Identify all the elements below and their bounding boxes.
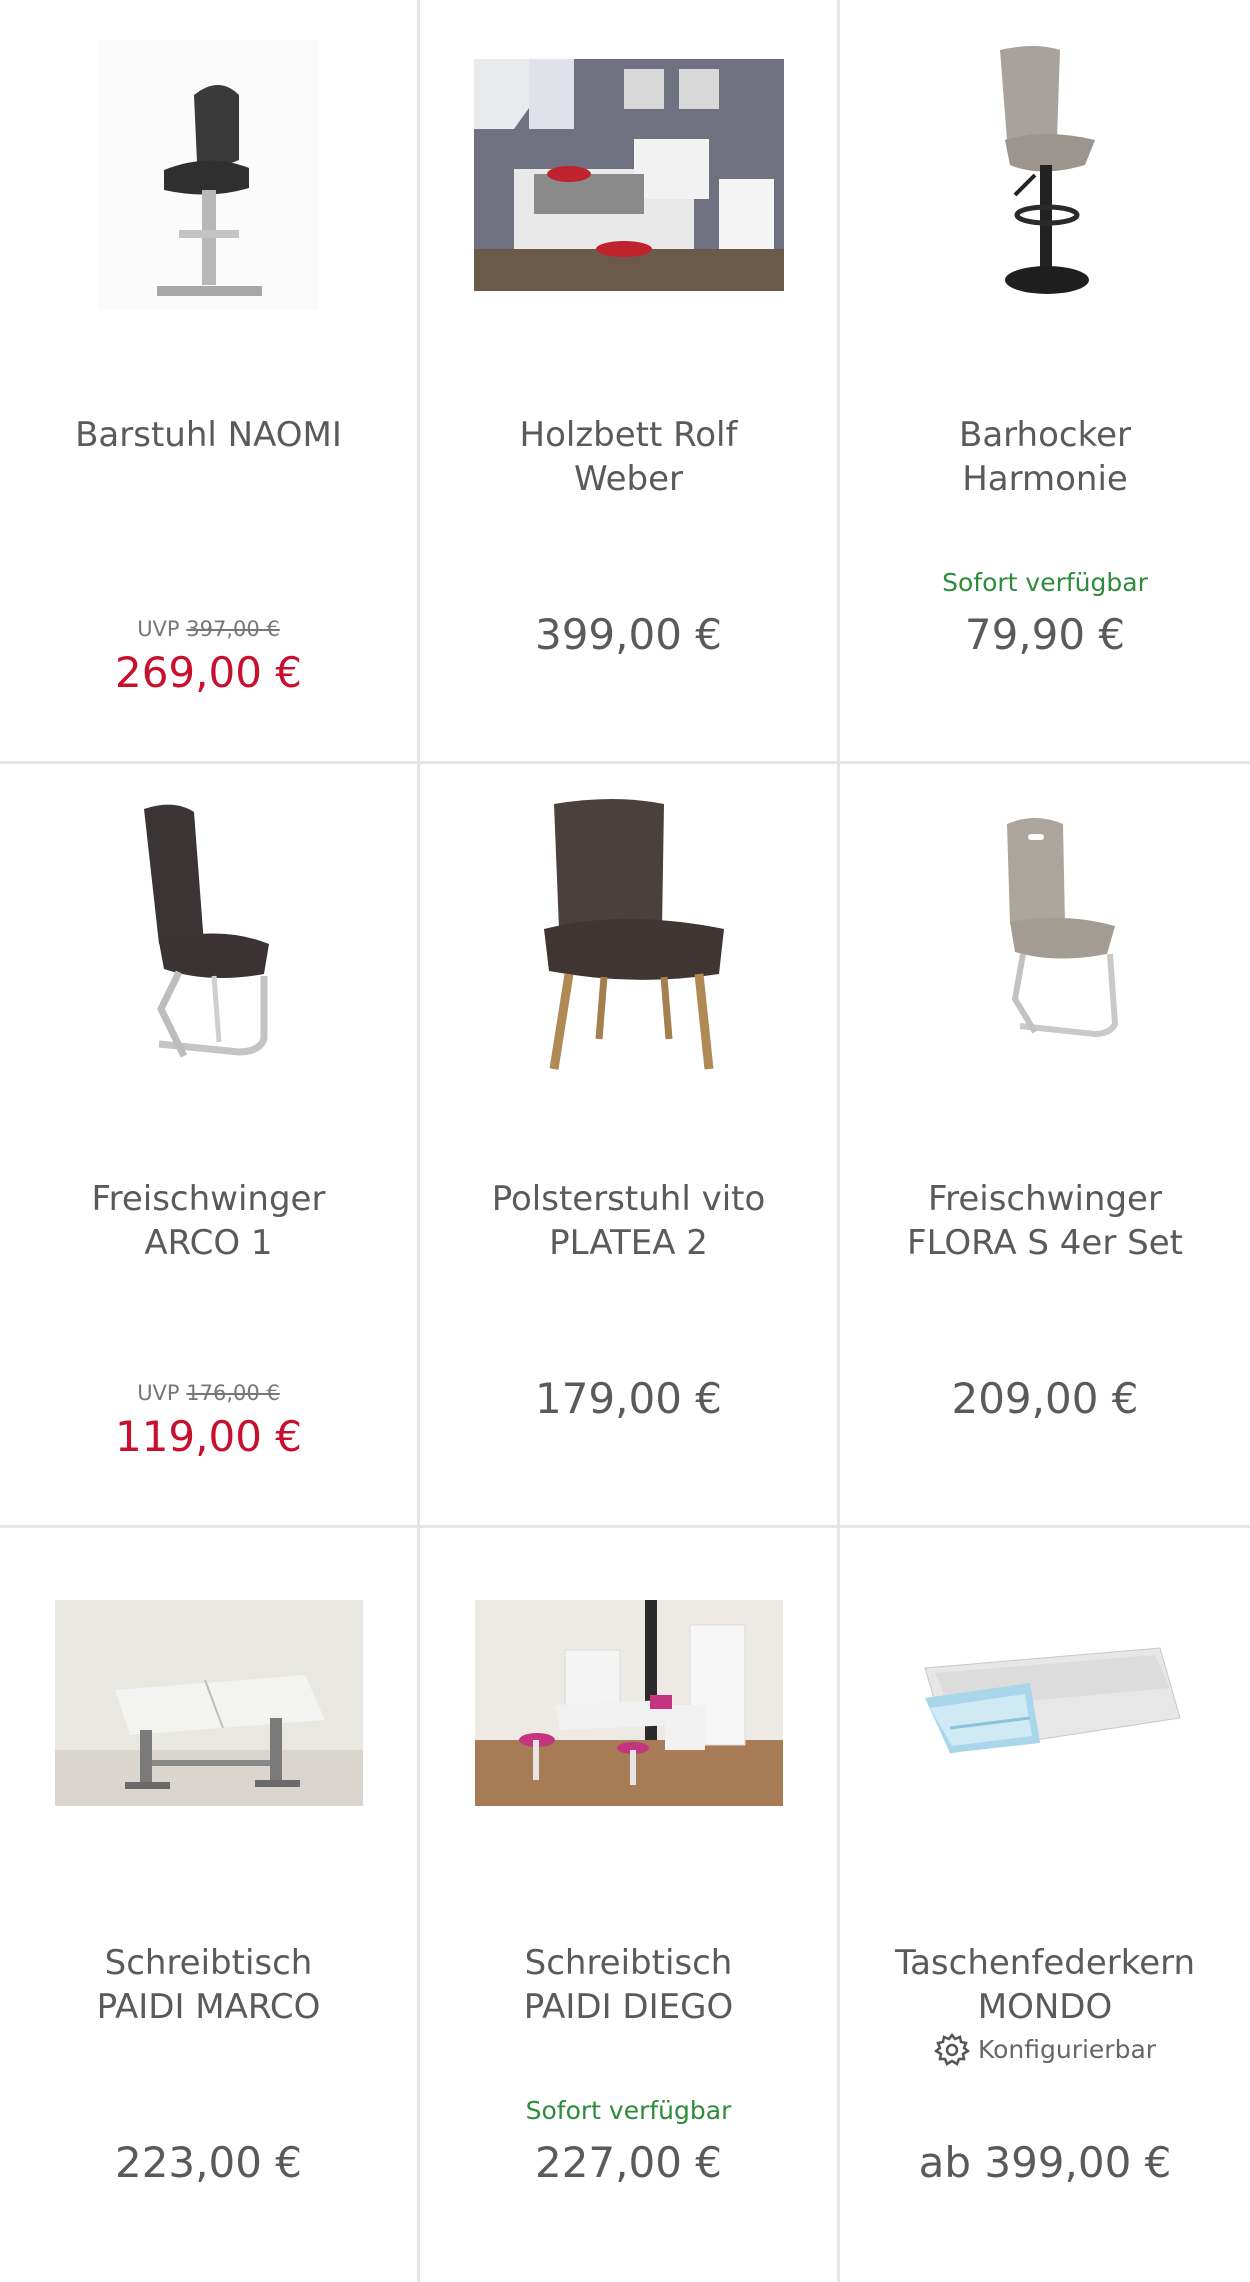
configurable-label: Konfigurierbar bbox=[977, 2034, 1157, 2064]
product-title[interactable]: Freischwinger FLORA S 4er Set bbox=[850, 1177, 1240, 1265]
uvp-label: UVP bbox=[137, 617, 180, 641]
product-price: 79,90 € bbox=[964, 610, 1126, 659]
product-title[interactable]: Schreibtisch PAIDI DIEGO bbox=[430, 1941, 827, 2029]
product-image[interactable] bbox=[840, 1558, 1250, 1848]
product-card-schreibtisch-paidi-diego[interactable]: Schreibtisch PAIDI DIEGO Sofort verfügba… bbox=[420, 1528, 840, 2282]
product-title[interactable]: Polsterstuhl vito PLATEA 2 bbox=[430, 1177, 827, 1265]
uvp-label: UVP bbox=[137, 1381, 180, 1405]
bar-stool-icon bbox=[935, 40, 1155, 310]
product-image[interactable] bbox=[420, 1558, 837, 1848]
sale-price: 269,00 € bbox=[114, 648, 303, 697]
product-card-freischwinger-flora-s-4er-set[interactable]: Freischwinger FLORA S 4er Set 209,00 € bbox=[840, 764, 1250, 1528]
product-grid: Barstuhl NAOMI UVP 397,00 € 269,00 € Hol… bbox=[0, 0, 1250, 2282]
availability-label: Sofort verfügbar bbox=[942, 568, 1148, 597]
mattress-icon bbox=[890, 1628, 1200, 1778]
product-price: 223,00 € bbox=[114, 2138, 303, 2187]
product-card-taschenfederkern-mondo[interactable]: Taschenfederkern MONDO Konfigurierbar ab… bbox=[840, 1528, 1250, 2282]
product-card-barhocker-harmonie[interactable]: Barhocker Harmonie Sofort verfügbar 79,9… bbox=[840, 0, 1250, 764]
desk-photo-icon bbox=[54, 1600, 363, 1806]
product-price: 209,00 € bbox=[951, 1374, 1139, 1423]
uvp-price: UVP 397,00 € bbox=[0, 617, 417, 641]
availability-label: Sofort verfügbar bbox=[525, 2096, 732, 2125]
uvp-strikethrough-price: 397,00 € bbox=[186, 617, 280, 641]
product-image[interactable] bbox=[840, 30, 1250, 320]
gear-icon bbox=[933, 2032, 970, 2066]
uvp-strikethrough-price: 176,00 € bbox=[186, 1381, 280, 1405]
product-title[interactable]: Schreibtisch PAIDI MARCO bbox=[10, 1941, 407, 2029]
product-price: 399,00 € bbox=[534, 610, 723, 659]
configurable-badge: Konfigurierbar bbox=[840, 2031, 1250, 2067]
product-card-freischwinger-arco-1[interactable]: Freischwinger ARCO 1 UVP 176,00 € 119,00… bbox=[0, 764, 420, 1528]
product-card-barstuhl-naomi[interactable]: Barstuhl NAOMI UVP 397,00 € 269,00 € bbox=[0, 0, 420, 764]
product-price: 227,00 € bbox=[534, 2138, 723, 2187]
upholstered-chair-icon bbox=[513, 789, 744, 1089]
product-title[interactable]: Barhocker Harmonie bbox=[850, 413, 1240, 501]
product-title[interactable]: Freischwinger ARCO 1 bbox=[10, 1177, 407, 1265]
product-price: 179,00 € bbox=[534, 1374, 723, 1423]
product-image[interactable] bbox=[0, 30, 417, 320]
product-image[interactable] bbox=[0, 794, 417, 1084]
bedroom-photo-icon bbox=[473, 59, 784, 291]
product-image[interactable] bbox=[0, 1558, 417, 1848]
product-title[interactable]: Barstuhl NAOMI bbox=[10, 413, 407, 457]
product-image[interactable] bbox=[840, 794, 1250, 1084]
product-image[interactable] bbox=[420, 30, 837, 320]
product-title[interactable]: Holzbett Rolf Weber bbox=[430, 413, 827, 501]
product-card-polsterstuhl-vito-platea-2[interactable]: Polsterstuhl vito PLATEA 2 179,00 € bbox=[420, 764, 840, 1528]
product-card-holzbett-rolf-weber[interactable]: Holzbett Rolf Weber 399,00 € bbox=[420, 0, 840, 764]
cantilever-chair-icon bbox=[935, 794, 1155, 1084]
product-title[interactable]: Taschenfederkern MONDO bbox=[850, 1941, 1240, 2029]
product-price: ab 399,00 € bbox=[918, 2138, 1172, 2187]
cantilever-chair-icon bbox=[98, 794, 319, 1084]
kids-room-photo-icon bbox=[474, 1600, 783, 1806]
uvp-price: UVP 176,00 € bbox=[0, 1381, 417, 1405]
sale-price: 119,00 € bbox=[114, 1412, 303, 1461]
product-card-schreibtisch-paidi-marco[interactable]: Schreibtisch PAIDI MARCO 223,00 € bbox=[0, 1528, 420, 2282]
bar-stool-icon bbox=[98, 40, 319, 310]
product-image[interactable] bbox=[420, 789, 837, 1089]
